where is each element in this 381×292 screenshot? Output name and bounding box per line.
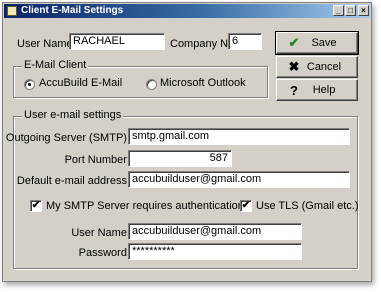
requires-auth-checkbox[interactable]: ✔ [30,200,42,212]
outgoing-server-field[interactable]: smtp.gmail.com [128,128,350,145]
user-email-settings-group: User e-mail settings Outgoing Server (SM… [6,109,359,269]
checkmark-icon: ✔ [288,35,300,50]
client-email-settings-dialog: Client E-Mail Settings _ □ × User Name: … [2,2,372,282]
password-field[interactable]: ********** [128,243,302,260]
radio-accubuild-email[interactable] [24,79,35,90]
port-number-label: Port Number: [64,154,130,166]
company-no-field[interactable]: 6 [228,33,262,50]
port-number-field[interactable]: 587 [128,150,232,167]
use-tls-label[interactable]: Use TLS (Gmail etc.) [256,200,359,212]
cancel-x-icon: ✖ [288,59,300,74]
save-button-label: Save [311,37,337,49]
question-icon: ? [290,82,298,98]
auth-user-name-field[interactable]: accubuilduser@gmail.com [128,223,302,240]
user-name-label: User Name: [17,38,76,50]
cancel-button[interactable]: ✖ Cancel [276,56,358,78]
help-button-label: Help [312,84,336,96]
outgoing-server-label: Outgoing Server (SMTP): [5,132,130,144]
use-tls-checkbox[interactable]: ✔ [240,200,252,212]
app-icon [7,6,17,16]
radio-accubuild-email-label[interactable]: AccuBuild E-Mail [39,77,122,89]
cancel-button-label: Cancel [306,61,342,73]
auth-user-name-label: User Name: [71,227,130,239]
email-client-group: E-Mail Client AccuBuild E-Mail Microsoft… [13,59,268,98]
save-button[interactable]: ✔ Save [275,31,359,55]
default-email-label: Default e-mail address: [16,175,130,187]
maximize-button[interactable]: □ [345,5,356,16]
close-button[interactable]: × [358,5,369,16]
window-title: Client E-Mail Settings [21,5,124,16]
radio-microsoft-outlook[interactable] [146,79,157,90]
title-bar: Client E-Mail Settings _ □ × [4,4,370,18]
radio-microsoft-outlook-label[interactable]: Microsoft Outlook [160,77,246,89]
password-label: Password: [78,247,130,259]
user-name-field[interactable]: RACHAEL [69,33,165,50]
minimize-button[interactable]: _ [333,5,344,16]
default-email-field[interactable]: accubuilduser@gmail.com [128,171,350,188]
help-button[interactable]: ? Help [276,79,358,101]
email-client-group-label: E-Mail Client [22,59,89,71]
user-email-settings-group-label: User e-mail settings [22,109,124,121]
requires-auth-label[interactable]: My SMTP Server requires authentication [46,200,244,212]
